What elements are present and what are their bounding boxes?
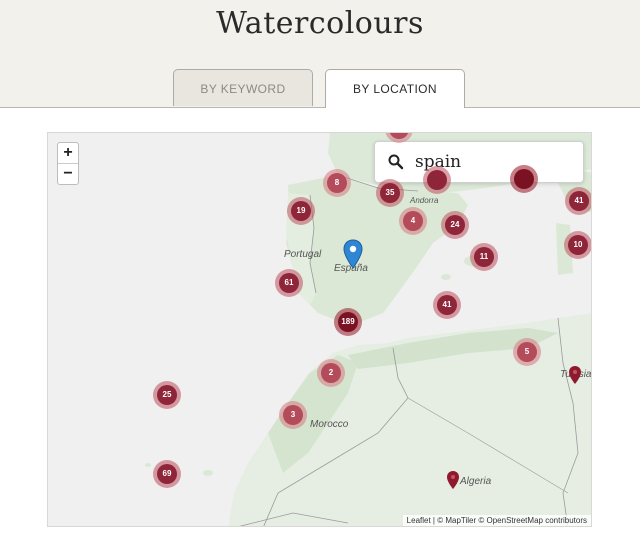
map[interactable]: + − Portugal España Andorra Morocco Alge…	[47, 132, 592, 527]
cluster-marker[interactable]: 35	[376, 179, 404, 207]
page-title: Watercolours	[216, 6, 424, 41]
cluster-marker[interactable]: 10	[564, 231, 591, 259]
cluster-marker[interactable]: 41	[433, 291, 461, 319]
cluster-marker[interactable]: 41	[565, 187, 591, 215]
location-pin[interactable]	[568, 365, 582, 385]
selected-location-pin[interactable]	[343, 239, 363, 269]
cluster-marker[interactable]: 5	[513, 338, 541, 366]
map-base	[48, 133, 591, 526]
cluster-marker[interactable]: 25	[153, 381, 181, 409]
cluster-marker[interactable]: 24	[441, 211, 469, 239]
label-andorra: Andorra	[410, 196, 439, 205]
cluster-marker[interactable]	[510, 165, 538, 193]
label-portugal: Portugal	[284, 249, 322, 260]
label-algeria: Algeria	[460, 476, 492, 487]
cluster-marker[interactable]: 8	[323, 169, 351, 197]
cluster-marker[interactable]: 3	[279, 401, 307, 429]
label-morocco: Morocco	[310, 419, 349, 430]
cluster-marker[interactable]: 61	[275, 269, 303, 297]
tab-by-keyword[interactable]: BY KEYWORD	[173, 69, 313, 106]
tab-by-location[interactable]: BY LOCATION	[325, 69, 465, 108]
cluster-marker[interactable]	[423, 166, 451, 194]
map-attribution[interactable]: Leaflet | © MapTiler © OpenStreetMap con…	[402, 515, 591, 526]
cluster-marker[interactable]: 11	[470, 243, 498, 271]
location-search	[374, 141, 584, 183]
zoom-control: + −	[57, 142, 79, 185]
cluster-marker[interactable]: 2	[317, 359, 345, 387]
search-icon	[388, 154, 404, 170]
cluster-marker[interactable]: 19	[287, 197, 315, 225]
page-header: Watercolours BY KEYWORD BY LOCATION	[0, 0, 640, 108]
zoom-in-button[interactable]: +	[58, 143, 78, 163]
zoom-out-button[interactable]: −	[58, 163, 78, 184]
location-pin[interactable]	[446, 470, 460, 490]
cluster-marker[interactable]: 69	[153, 460, 181, 488]
cluster-marker[interactable]: 4	[399, 207, 427, 235]
cluster-marker[interactable]: 189	[334, 308, 362, 336]
